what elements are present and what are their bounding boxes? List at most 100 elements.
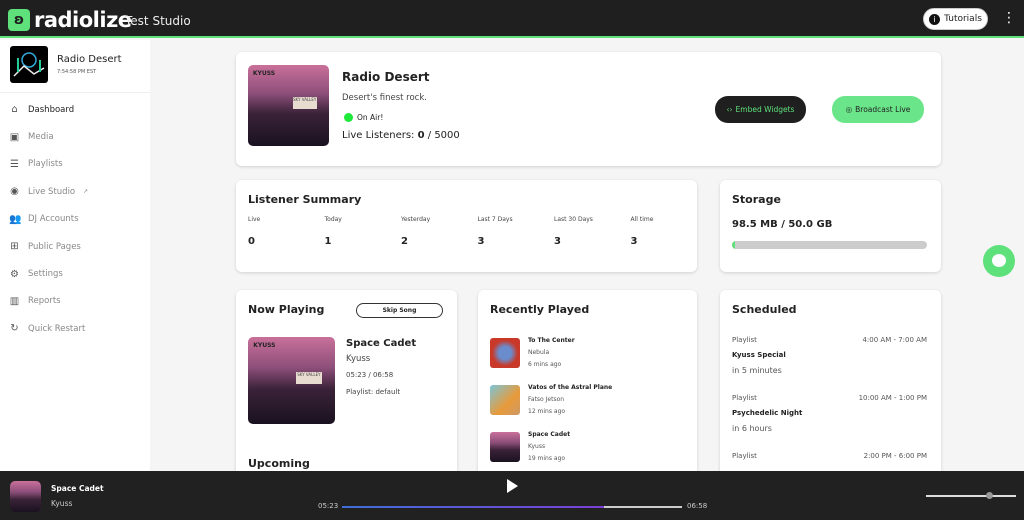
sidebar-item-reports[interactable]: ▥ Reports (0, 288, 150, 315)
volume-knob[interactable] (985, 492, 993, 499)
chat-button[interactable] (983, 245, 1015, 277)
stat-value: 2 (401, 236, 408, 247)
list-icon: ☰ (10, 158, 19, 170)
storage-card: Storage 98.5 MB / 50.0 GB (720, 180, 941, 272)
sidebar-item-label: Quick Restart (28, 323, 86, 334)
track-artist: Fatso Jetson (528, 396, 565, 403)
player-art (10, 481, 41, 512)
seek-bar[interactable] (342, 506, 682, 508)
track-artist: Kyuss (528, 443, 546, 450)
schedule-kind: Playlist (732, 336, 757, 344)
listeners-label: Live Listeners: (342, 130, 415, 141)
sidebar-item-label: Live Studio (28, 186, 76, 197)
stat-value: 3 (477, 236, 485, 247)
stat-label: Yesterday (401, 216, 431, 223)
audio-player: Space Cadet Kyuss 05:23 06:58 (0, 471, 1024, 520)
embed-label: Embed Widgets (735, 105, 795, 114)
tutorials-button[interactable]: i Tutorials (923, 8, 988, 30)
card-title: Listener Summary (248, 193, 362, 206)
stat-value: 1 (324, 236, 332, 247)
restart-icon: ↻ (10, 323, 19, 335)
code-icon: ‹› (726, 105, 733, 114)
storage-bar-fill (732, 241, 735, 249)
station-header: Radio Desert 7:54:58 PM EST (0, 40, 150, 93)
station-tagline: Desert's finest rock. (342, 93, 427, 103)
sidebar-item-playlists[interactable]: ☰ Playlists (0, 151, 150, 178)
stat-value: 3 (554, 236, 561, 247)
track-thumbnail (490, 385, 520, 415)
station-overview-card: KYUSS SKY VALLEY Radio Desert Desert's fi… (236, 52, 941, 166)
stat-label: Today (324, 216, 342, 223)
seek-bar-fill (342, 506, 604, 508)
brand-name: radiolize (34, 8, 132, 32)
stat-value: 0 (248, 236, 255, 247)
home-icon: ⌂ (11, 104, 18, 116)
song-progress: 05:23 / 06:58 (346, 371, 394, 379)
sidebar-item-label: Settings (28, 269, 63, 280)
station-logo (10, 46, 48, 83)
storage-bar (732, 241, 927, 249)
schedule-time: 10:00 AM - 1:00 PM (858, 394, 927, 402)
external-link-icon: ↗ (83, 188, 89, 196)
status-dot-icon (344, 113, 353, 122)
card-title: Now Playing (248, 303, 325, 316)
song-playlist: Playlist: default (346, 388, 401, 396)
broadcast-label: Broadcast Live (855, 105, 911, 114)
player-song: Space Cadet (51, 484, 104, 493)
stat-label: Last 30 Days (554, 216, 593, 223)
album-band: KYUSS (253, 342, 276, 350)
broadcast-live-button[interactable]: ◎ Broadcast Live (832, 96, 924, 123)
ear-icon: ʚ (8, 9, 30, 31)
track-title: Space Cadet (528, 431, 571, 438)
listener-summary-card: Listener Summary Live 0 Today 1 Yesterday 2 La… (236, 180, 697, 272)
sidebar-item-dashboard[interactable]: ⌂ Dashboard (0, 96, 150, 123)
recently-played-card: Recently Played To The Center Nebula 6 min… (478, 290, 697, 480)
sidebar-item-quick-restart[interactable]: ↻ Quick Restart (0, 315, 150, 342)
play-icon[interactable] (507, 479, 518, 493)
on-air-status: On Air! (344, 113, 383, 122)
volume-slider[interactable] (926, 492, 1016, 499)
sidebar-item-dj-accounts[interactable]: 👥 DJ Accounts (0, 206, 150, 233)
sidebar-item-label: Media (28, 132, 54, 143)
song-title: Space Cadet (346, 338, 417, 349)
track-thumbnail (490, 432, 520, 462)
station-time: 7:54:58 PM EST (57, 69, 97, 75)
more-menu-icon[interactable]: ⋮ (1002, 10, 1016, 26)
top-bar: ʚ radiolize Test Studio i Tutorials ⋮ (0, 0, 1024, 38)
sidebar-item-live-studio[interactable]: ◉ Live Studio ↗ (0, 178, 150, 205)
stat-label: All time (630, 216, 654, 223)
track-ago: 6 mins ago (528, 361, 562, 368)
album-band: KYUSS (252, 69, 276, 77)
track-ago: 19 mins ago (528, 455, 566, 462)
album-sign: SKY VALLEY (292, 97, 317, 109)
schedule-relative: in 6 hours (732, 424, 772, 433)
embed-widgets-button[interactable]: ‹› Embed Widgets (715, 96, 806, 123)
duration-time: 06:58 (687, 502, 708, 510)
tutorials-label: Tutorials (944, 14, 982, 24)
sidebar-item-media[interactable]: ▣ Media (0, 123, 150, 150)
media-icon: ▣ (9, 131, 20, 143)
status-text: On Air! (357, 113, 384, 122)
schedule-time: 4:00 AM - 7:00 AM (862, 336, 927, 344)
fingerprint-icon: ◎ (845, 105, 853, 114)
now-playing-art: KYUSS SKY VALLEY (248, 337, 335, 424)
disc-icon: ◉ (10, 186, 19, 198)
chart-icon: ▥ (9, 295, 20, 307)
track-title: Vatos of the Astral Plane (528, 384, 613, 391)
sidebar-item-public-pages[interactable]: ⊞ Public Pages (0, 233, 150, 260)
sidebar-item-settings[interactable]: ⚙ Settings (0, 260, 150, 287)
elapsed-time: 05:23 (318, 502, 339, 510)
card-title: Recently Played (490, 303, 590, 316)
schedule-time: 2:00 PM - 6:00 PM (863, 452, 927, 460)
schedule-kind: Playlist (732, 452, 757, 460)
gear-icon: ⚙ (10, 268, 19, 280)
track-thumbnail (490, 338, 520, 368)
track-artist: Nebula (528, 349, 550, 356)
stat-label: Live (248, 216, 261, 223)
logo[interactable]: ʚ radiolize (8, 8, 132, 32)
skip-song-button[interactable]: Skip Song (356, 303, 443, 318)
sidebar-item-label: Playlists (28, 159, 63, 170)
sidebar: Radio Desert 7:54:58 PM EST ⌂ Dashboard ▣… (0, 40, 150, 471)
schedule-kind: Playlist (732, 394, 757, 402)
listeners-max: / 5000 (427, 130, 460, 141)
